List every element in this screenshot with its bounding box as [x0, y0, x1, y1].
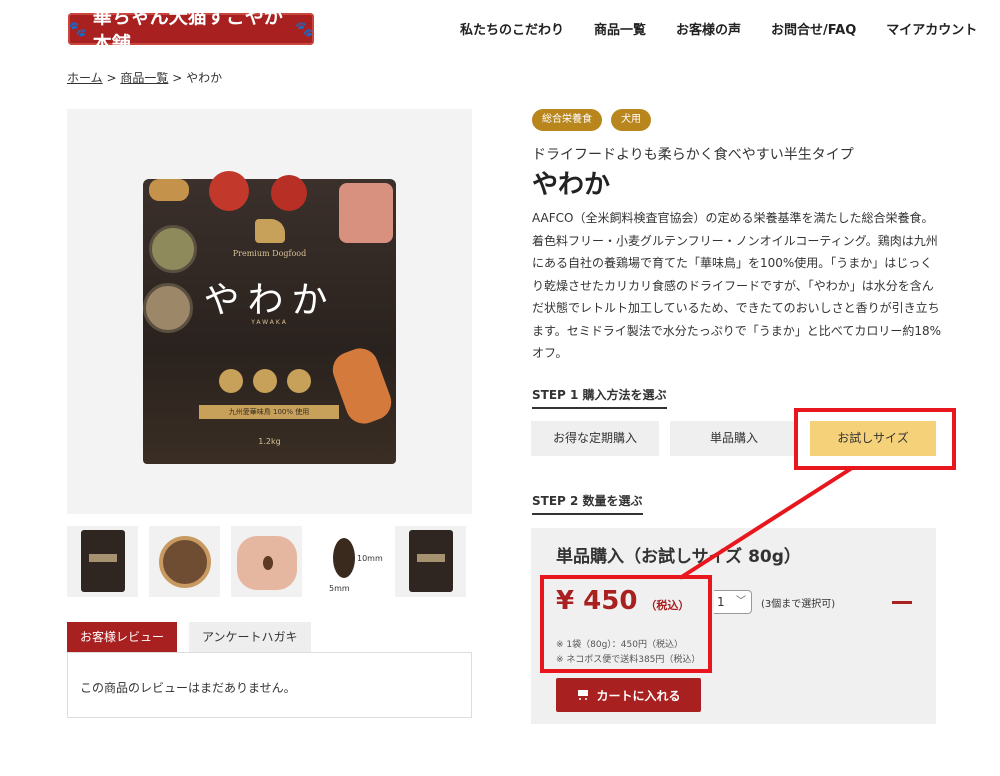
- annotation-highlight-trial-option: [794, 408, 956, 470]
- main-nav: 私たちのこだわり 商品一覧 お客様の声 お問合せ/FAQ マイアカウント: [460, 19, 1000, 38]
- oil-drop-icon: [287, 369, 311, 393]
- package-weight: 1.2kg: [258, 437, 281, 446]
- quantity-select[interactable]: 1 ﹀: [714, 590, 752, 614]
- apple-decoration: [209, 171, 249, 211]
- kibble-height-label: 10mm: [357, 554, 383, 563]
- quantity-value: 1: [717, 595, 725, 609]
- breadcrumb-product-list[interactable]: 商品一覧: [120, 71, 168, 85]
- step1-heading: STEP 1 購入方法を選ぶ: [532, 386, 667, 409]
- review-empty-message: この商品のレビューはまだありません。: [80, 681, 296, 695]
- option-subscription[interactable]: お得な定期購入: [531, 421, 659, 456]
- minus-icon[interactable]: [892, 601, 912, 604]
- thumbnail-package-back[interactable]: [395, 526, 466, 597]
- paw-icon: 🐾: [295, 20, 314, 38]
- breadcrumb-current: やわか: [186, 71, 223, 85]
- add-to-cart-label: カートに入れる: [596, 688, 681, 703]
- apple-decoration: [271, 175, 307, 211]
- tab-survey-postcard[interactable]: アンケートハガキ: [189, 622, 311, 652]
- cart-icon: [576, 689, 590, 701]
- package-roman: YAWAKA: [251, 319, 288, 326]
- hands-with-kibble: [237, 536, 297, 590]
- product-description: AAFCO（全米飼料検査官協会）の定める栄養基準を満たした総合栄養食。着色料フリ…: [532, 211, 941, 360]
- logo-text: 華ちゃん犬猫すこやか本舗: [92, 6, 283, 55]
- ginger-decoration: [149, 179, 189, 201]
- breadcrumb-separator: >: [172, 71, 183, 85]
- quantity-note: (3個まで選択可): [761, 599, 836, 610]
- step2-heading: STEP 2 数量を選ぶ: [532, 492, 643, 515]
- thumbnail-strip: 10mm 5mm: [67, 526, 466, 597]
- nav-contact-faq[interactable]: お問合せ/FAQ: [771, 19, 856, 38]
- nav-my-account[interactable]: マイアカウント: [886, 19, 977, 38]
- product-main-image: Premium Dogfood やわか YAWAKA 九州愛華味鳥 100% 使…: [67, 109, 472, 514]
- kibble-piece: [333, 538, 355, 578]
- kibble-width-label: 5mm: [329, 584, 350, 593]
- breadcrumb-home[interactable]: ホーム: [67, 71, 103, 85]
- add-to-cart-button[interactable]: カートに入れる: [556, 678, 701, 712]
- thumbnail-hands[interactable]: [231, 526, 302, 597]
- package-feature-icons: [219, 369, 311, 393]
- nav-commitment[interactable]: 私たちのこだわり: [460, 19, 564, 38]
- breadcrumb-separator: >: [106, 71, 117, 85]
- thumbnail-package-front[interactable]: [67, 526, 138, 597]
- badge-complete-nutrition: 総合栄養食: [532, 109, 602, 131]
- product-badges: 総合栄養食 犬用: [532, 109, 651, 131]
- product-subtitle: ドライフードよりも柔らかく食べやすい半生タイプ: [532, 147, 854, 163]
- package-thumb: [81, 530, 125, 592]
- breadcrumb: ホーム > 商品一覧 > やわか: [67, 69, 222, 86]
- chevron-down-icon: ﹀: [736, 596, 746, 607]
- package-ribbon: 九州愛華味鳥 100% 使用: [199, 405, 339, 419]
- review-panel: この商品のレビューはまだありません。: [67, 652, 472, 718]
- site-logo[interactable]: 🐾 華ちゃん犬猫すこやか本舗 🐾: [68, 6, 314, 55]
- thumbnail-kibble-size[interactable]: 10mm 5mm: [313, 526, 384, 597]
- chicken-decoration: [339, 183, 393, 243]
- dog-logo-icon: [255, 219, 285, 243]
- option-single-purchase[interactable]: 単品購入: [670, 421, 798, 456]
- nav-voices[interactable]: お客様の声: [676, 19, 741, 38]
- tab-customer-reviews[interactable]: お客様レビュー: [67, 622, 178, 652]
- kibble-bowl: [159, 536, 211, 588]
- paw-icon: 🐾: [68, 20, 87, 38]
- package-thumb: [409, 530, 453, 592]
- review-tabs: お客様レビュー アンケートハガキ: [67, 622, 311, 652]
- package-title: やわか: [203, 280, 336, 321]
- nav-products[interactable]: 商品一覧: [594, 19, 646, 38]
- badge-for-dogs: 犬用: [611, 109, 651, 131]
- package-brand: Premium Dogfood: [232, 249, 307, 258]
- wheat-icon: [253, 369, 277, 393]
- flask-icon: [219, 369, 243, 393]
- purchase-panel-title: 単品購入（お試しサイズ 80g）: [556, 547, 801, 567]
- annotation-highlight-price: [540, 575, 712, 673]
- product-package: Premium Dogfood やわか YAWAKA 九州愛華味鳥 100% 使…: [143, 171, 397, 464]
- product-title: やわか: [532, 170, 611, 200]
- thumbnail-kibble-bowl[interactable]: [149, 526, 220, 597]
